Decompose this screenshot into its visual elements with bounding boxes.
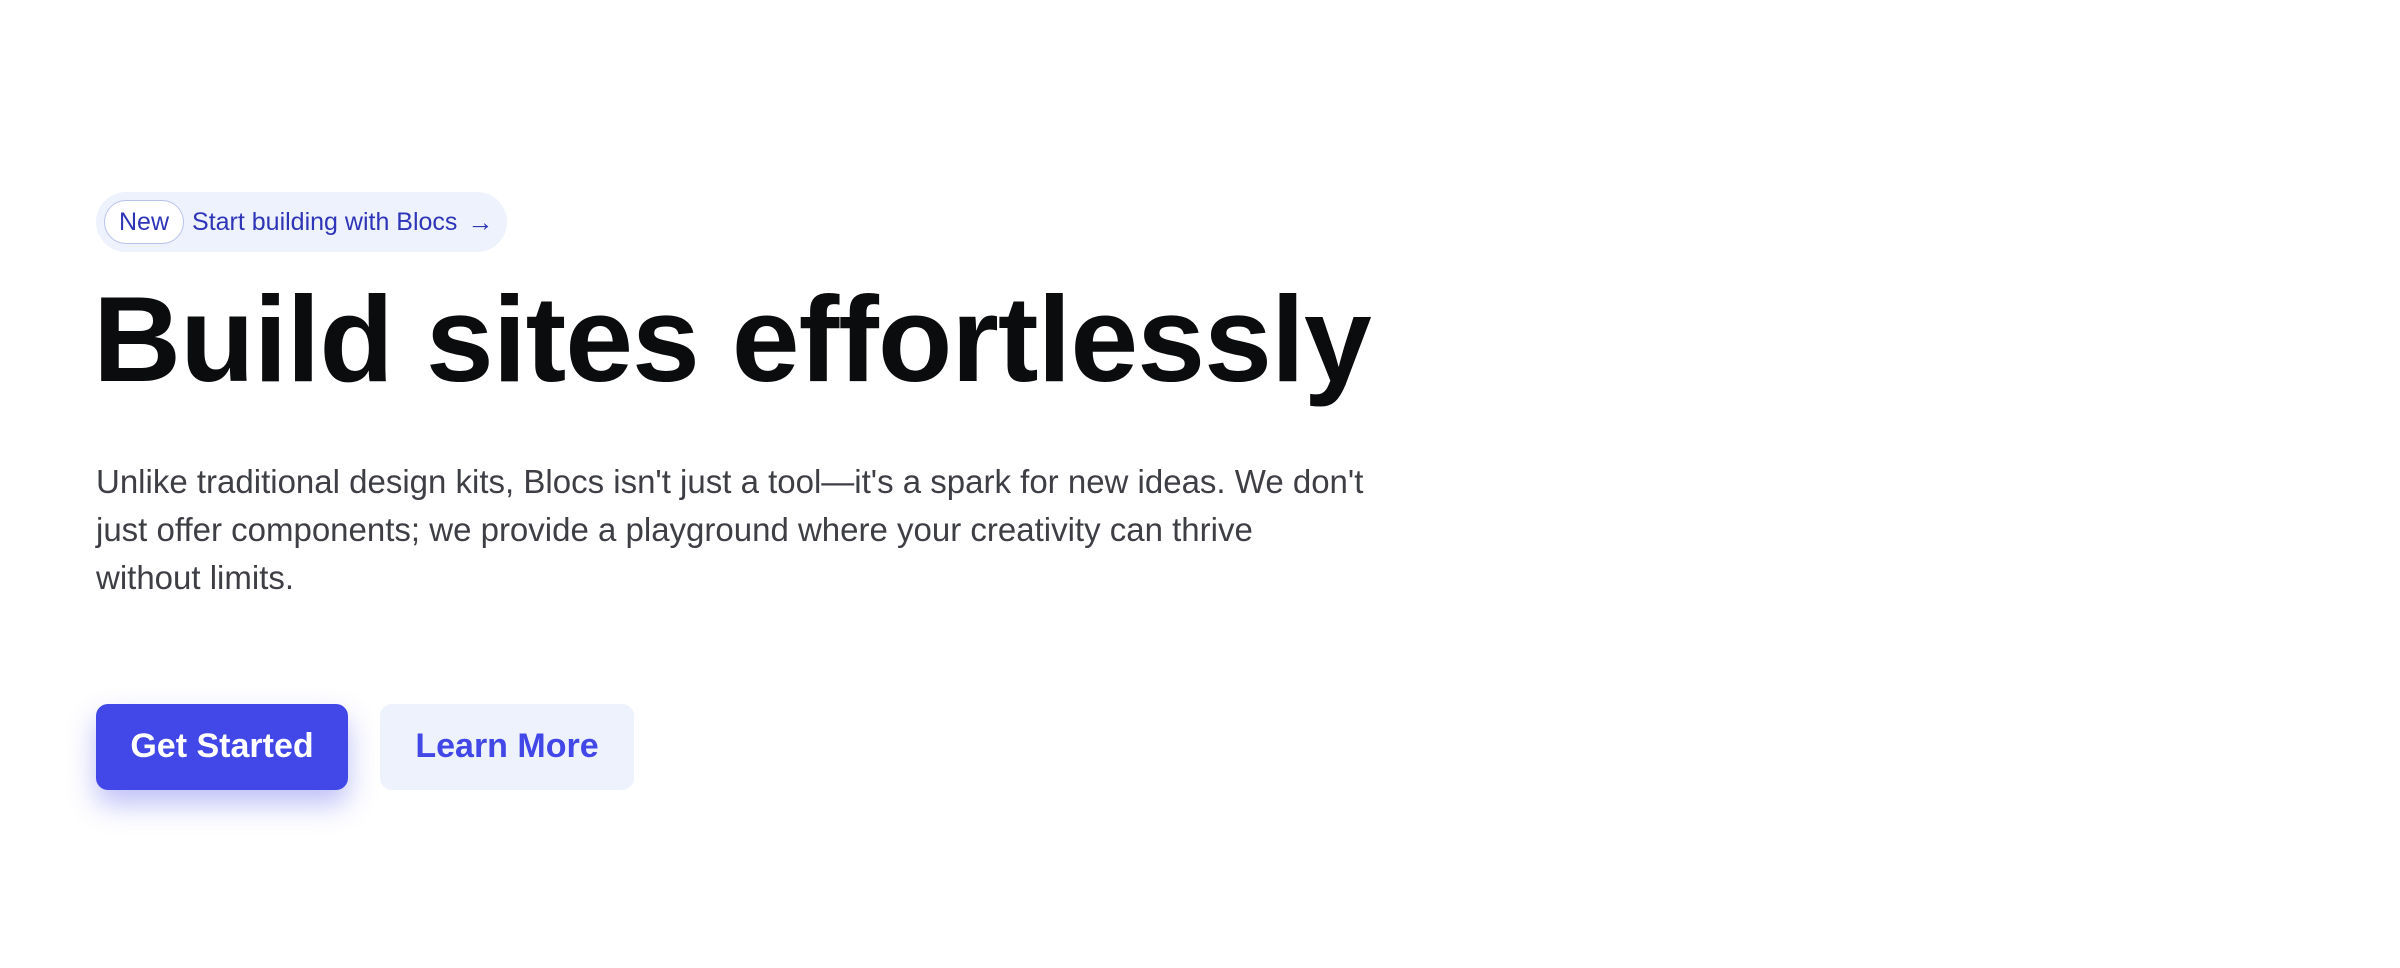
- hero-description: Unlike traditional design kits, Blocs is…: [96, 462, 1364, 596]
- learn-more-button[interactable]: Learn More: [380, 703, 634, 790]
- announcement-pill[interactable]: New Start building with Blocs →: [96, 192, 508, 252]
- hero-actions: Get Started Learn More: [96, 703, 1396, 790]
- get-started-button[interactable]: Get Started: [96, 703, 348, 790]
- hero-headline: Build sites effortlessly: [93, 271, 1372, 407]
- announcement-text: Start building with Blocs: [192, 207, 458, 236]
- arrow-right-icon: →: [467, 207, 494, 237]
- new-badge: New: [104, 200, 185, 244]
- hero-section: New Start building with Blocs → Build si…: [93, 192, 1396, 790]
